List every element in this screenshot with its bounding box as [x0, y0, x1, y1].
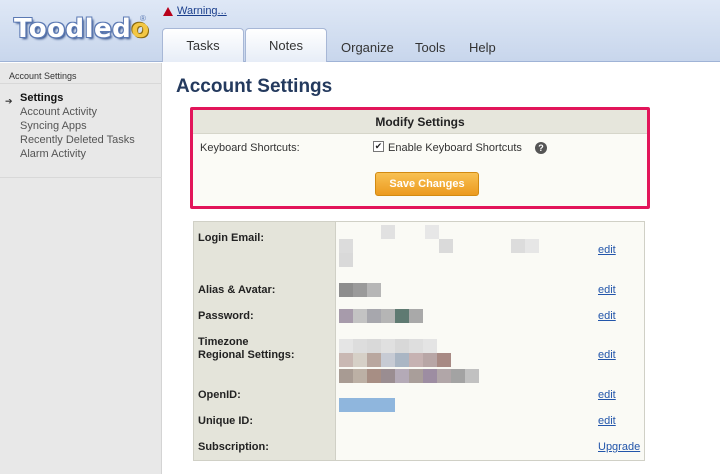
edit-openid-link[interactable]: edit [598, 389, 616, 401]
registered-mark: ® [140, 14, 146, 23]
modify-settings-header: Modify Settings [193, 110, 647, 134]
modify-settings-panel: Modify Settings Keyboard Shortcuts: ✔ En… [190, 107, 650, 209]
warning-notice: Warning... [163, 5, 227, 17]
row-label-timezone: Timezone [198, 336, 249, 348]
edit-password-link[interactable]: edit [598, 310, 616, 322]
row-label-alias-avatar: Alias & Avatar: [198, 284, 276, 296]
keyboard-shortcuts-label: Keyboard Shortcuts: [200, 142, 300, 154]
row-label-openid: OpenID: [198, 389, 241, 401]
nav-tools[interactable]: Tools [415, 40, 445, 55]
edit-alias-avatar-link[interactable]: edit [598, 284, 616, 296]
tab-tasks[interactable]: Tasks [162, 28, 244, 62]
nav-organize[interactable]: Organize [341, 40, 394, 55]
sidebar-divider [0, 83, 162, 84]
toodledo-logo[interactable]: Toodledo [14, 14, 150, 44]
enable-shortcuts-label[interactable]: Enable Keyboard Shortcuts [388, 142, 522, 154]
sidebar-item-syncing-apps[interactable]: Syncing Apps [20, 120, 87, 132]
row-label-unique-id: Unique ID: [198, 415, 253, 427]
sidebar-item-settings[interactable]: Settings [20, 92, 63, 104]
edit-unique-id-link[interactable]: edit [598, 415, 616, 427]
redacted-value [339, 353, 451, 367]
page-title: Account Settings [176, 76, 333, 97]
row-label-subscription: Subscription: [198, 441, 269, 453]
row-label-regional-settings: Regional Settings: [198, 349, 295, 361]
redacted-value [339, 339, 437, 353]
enable-shortcuts-checkbox[interactable]: ✔ [373, 141, 384, 152]
sidebar: Account Settings ➔ Settings Account Acti… [0, 63, 162, 474]
row-label-login-email: Login Email: [198, 232, 264, 244]
redacted-value [339, 225, 439, 239]
nav-help[interactable]: Help [469, 40, 496, 55]
tab-notes[interactable]: Notes [245, 28, 327, 62]
account-settings-table: Login Email: edit Alias & Avatar: edit P… [193, 221, 645, 461]
redacted-value [339, 253, 353, 267]
redacted-value [339, 398, 395, 412]
edit-login-email-link[interactable]: edit [598, 244, 616, 256]
current-item-arrow-icon: ➔ [5, 96, 13, 106]
sidebar-item-recently-deleted[interactable]: Recently Deleted Tasks [20, 134, 135, 146]
row-label-password: Password: [198, 310, 254, 322]
warning-link[interactable]: Warning... [177, 5, 227, 17]
sidebar-item-alarm-activity[interactable]: Alarm Activity [20, 148, 86, 160]
warning-icon [163, 6, 173, 16]
redacted-value [339, 309, 423, 323]
save-changes-button[interactable]: Save Changes [375, 172, 479, 196]
sidebar-item-account-activity[interactable]: Account Activity [20, 106, 97, 118]
redacted-value [339, 239, 539, 253]
sidebar-divider [0, 177, 162, 178]
redacted-value [339, 283, 381, 297]
top-header: Toodledo ® Warning... Tasks Notes Organi… [0, 0, 720, 62]
sidebar-heading: Account Settings [9, 71, 77, 81]
redacted-value [339, 369, 479, 383]
help-icon[interactable]: ? [535, 142, 547, 154]
edit-timezone-link[interactable]: edit [598, 349, 616, 361]
upgrade-subscription-link[interactable]: Upgrade [598, 441, 640, 453]
